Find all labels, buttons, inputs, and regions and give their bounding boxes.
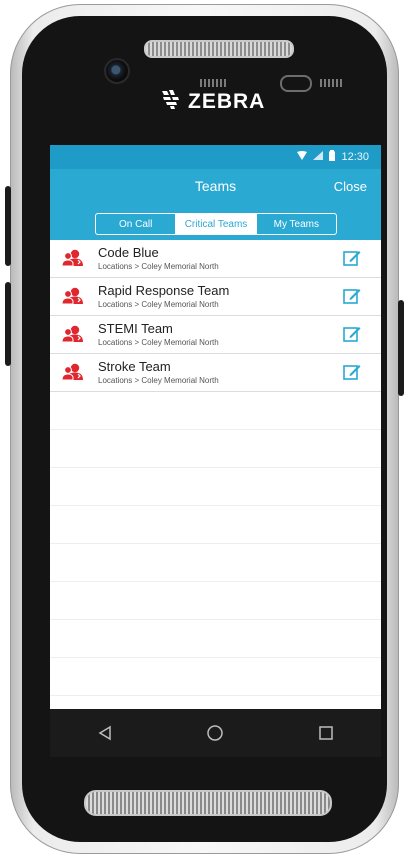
empty-list-row [50,544,381,582]
team-icon [61,287,84,305]
back-icon[interactable] [85,713,125,753]
list-item[interactable]: STEMI Team Locations > Coley Memorial No… [50,316,381,354]
empty-list-row [50,658,381,696]
team-icon [61,363,84,381]
list-item[interactable]: Code Blue Locations > Coley Memorial Nor… [50,240,381,278]
front-camera [104,58,130,84]
team-name: Stroke Team [98,359,171,374]
empty-list-row [50,468,381,506]
list-item[interactable]: Rapid Response Team Locations > Coley Me… [50,278,381,316]
status-time: 12:30 [341,151,369,163]
brand-name: ZEBRA [188,90,266,113]
list-item[interactable]: Stroke Team Locations > Coley Memorial N… [50,354,381,392]
empty-list-row [50,430,381,468]
app-header: Teams Close [50,169,381,207]
team-location: Locations > Coley Memorial North [98,300,219,309]
team-name: STEMI Team [98,321,173,336]
tab-critical-teams[interactable]: Critical Teams [176,214,257,234]
team-location: Locations > Coley Memorial North [98,262,219,271]
sensor-grill [200,79,228,87]
battery-icon [329,150,336,164]
team-icon [61,249,84,267]
team-name: Code Blue [98,245,159,260]
empty-list-row [50,392,381,430]
volume-button [5,186,11,266]
side-button-left [5,282,11,366]
system-nav-bar [50,709,381,757]
segmented-tabs: On Call Critical Teams My Teams [95,213,337,235]
edit-icon[interactable] [343,325,361,343]
proximity-sensor [280,75,312,92]
empty-list-row [50,582,381,620]
app-screen: 12:30 Teams Close On Call Critical Teams… [50,145,381,709]
edit-icon[interactable] [343,249,361,267]
team-location: Locations > Coley Memorial North [98,376,219,385]
status-bar: 12:30 [50,145,381,169]
sensor-grill-right [320,79,342,87]
brand-logo: ZEBRA [160,88,265,116]
tab-strip: On Call Critical Teams My Teams [50,207,381,240]
empty-list-row [50,506,381,544]
teams-list: Code Blue Locations > Coley Memorial Nor… [50,240,381,696]
recents-icon[interactable] [306,713,346,753]
zebra-logo-icon [160,88,182,116]
wifi-icon [297,151,308,163]
home-icon[interactable] [195,713,235,753]
edit-icon[interactable] [343,287,361,305]
edit-icon[interactable] [343,363,361,381]
empty-list-row [50,620,381,658]
signal-icon [313,151,324,163]
earpiece-speaker [144,40,294,58]
close-button[interactable]: Close [334,179,367,194]
team-name: Rapid Response Team [98,283,230,298]
bottom-speaker [84,790,332,816]
power-button [398,300,404,396]
team-icon [61,325,84,343]
page-title: Teams [194,178,237,194]
tab-on-call[interactable]: On Call [96,214,177,234]
tab-my-teams[interactable]: My Teams [257,214,336,234]
team-location: Locations > Coley Memorial North [98,338,219,347]
